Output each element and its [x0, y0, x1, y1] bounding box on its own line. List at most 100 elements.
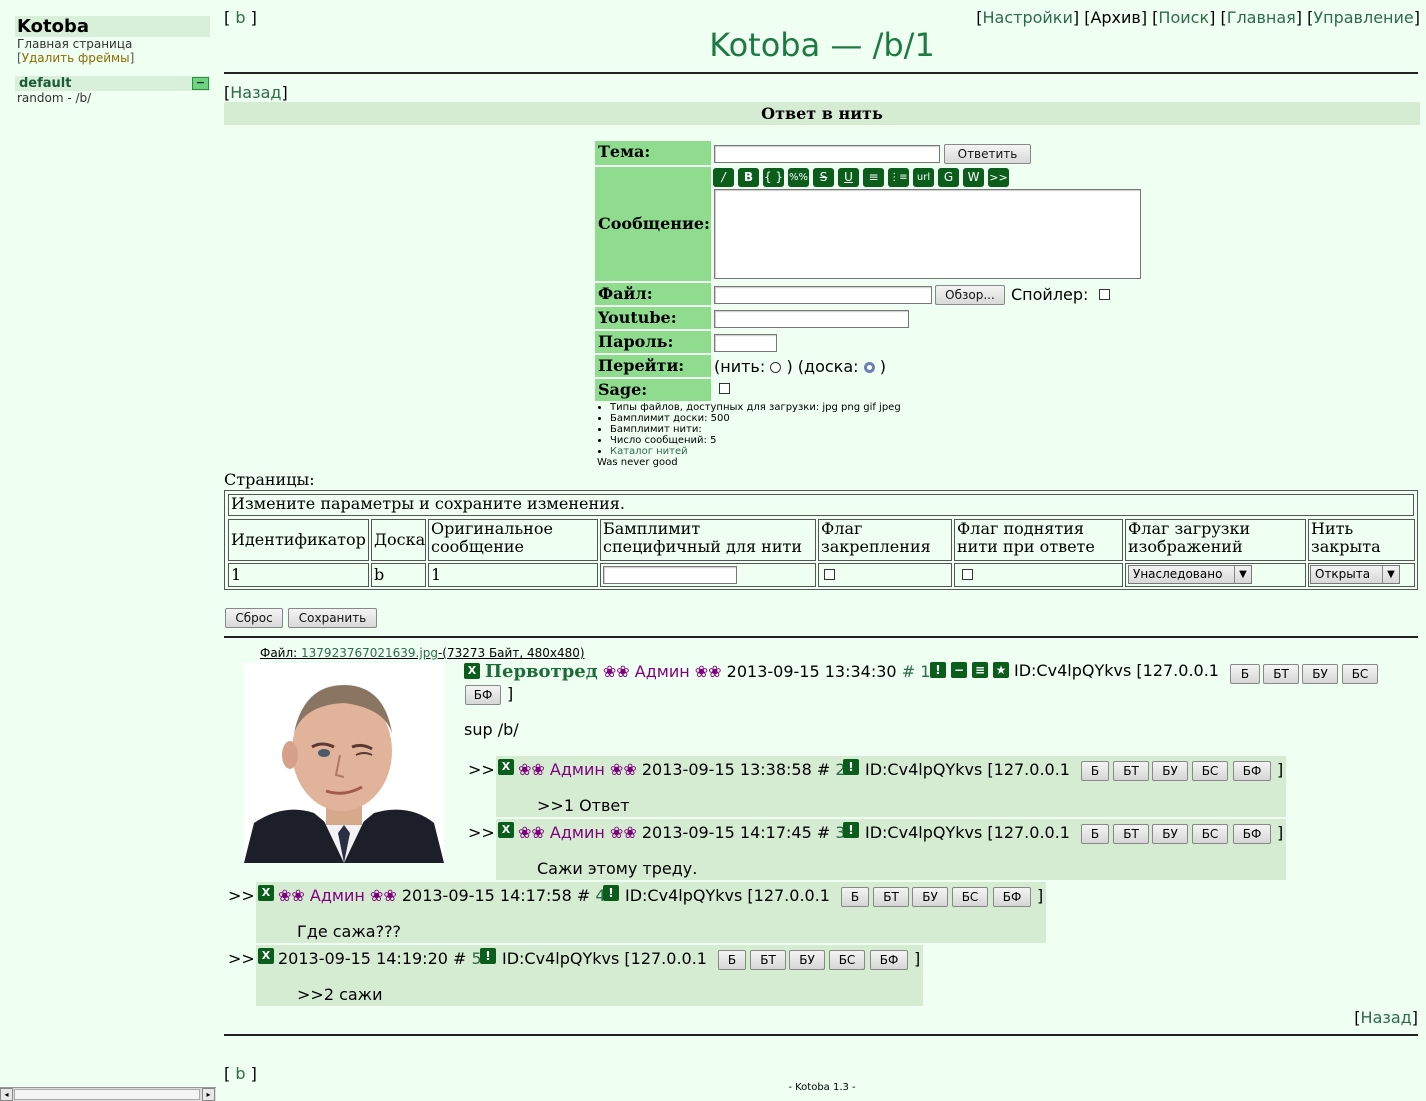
ban-file-button[interactable]: БФ [870, 950, 908, 970]
op-hash-link[interactable]: # [902, 662, 915, 681]
catalog-link[interactable]: Каталог нитей [610, 446, 688, 457]
back-link[interactable]: Назад [230, 83, 281, 102]
hide-icon[interactable]: − [951, 662, 967, 678]
underline-button[interactable]: U [838, 168, 859, 187]
delete-post-icon[interactable]: X [464, 663, 480, 679]
reply-author: ❀❀ Админ ❀❀ [518, 823, 637, 842]
nav-settings[interactable]: Настройки [983, 8, 1073, 27]
ban-delete-button[interactable]: БУ [1152, 761, 1188, 781]
browse-button[interactable]: Обзор... [935, 285, 1005, 305]
goto-board-radio[interactable] [863, 362, 875, 373]
ban-file-button[interactable]: БФ [1233, 824, 1271, 844]
ban-thread-button[interactable]: БТ [750, 950, 786, 970]
goto-thread-radio[interactable] [770, 362, 782, 373]
ban-button[interactable]: Б [1081, 824, 1109, 844]
list-button[interactable]: ≡ [863, 168, 884, 187]
collapse-button[interactable]: − [192, 77, 209, 90]
spoiler-button[interactable]: %% [788, 168, 809, 187]
ban-button[interactable]: Б [718, 950, 746, 970]
delete-post-icon[interactable]: X [498, 759, 514, 775]
nav-main[interactable]: Главная [1227, 8, 1296, 27]
ban-file-button[interactable]: БФ [465, 685, 501, 705]
ban-clear-button[interactable]: БС [829, 950, 865, 970]
reply-button[interactable]: Ответить [944, 144, 1031, 164]
ban-clear-button[interactable]: БС [1192, 824, 1228, 844]
google-button[interactable]: G [938, 168, 959, 187]
ban-button[interactable]: Б [841, 887, 869, 907]
ban-thread-button[interactable]: БТ [1113, 824, 1149, 844]
report-icon[interactable]: ! [480, 948, 496, 964]
reply-hash: # [816, 823, 831, 842]
nav-search[interactable]: Поиск [1158, 8, 1209, 27]
file-link[interactable]: 137923767021639.jpg [301, 646, 438, 660]
remove-frames-link[interactable]: Удалить фреймы [22, 51, 130, 65]
closed-select[interactable]: Открыта ▼ [1310, 565, 1400, 584]
scroll-left-icon[interactable]: ◂ [0, 1088, 13, 1101]
delete-post-icon[interactable]: X [258, 885, 274, 901]
rule-item: Бамплимит доски: 500 [610, 413, 901, 424]
favorite-icon[interactable]: ★ [993, 662, 1009, 678]
bump-input[interactable] [603, 566, 737, 584]
reply-ip: [127.0.0.1 [624, 949, 707, 968]
col-header-closed: Нить закрыта [1308, 519, 1415, 561]
scroll-right-icon[interactable]: ▸ [202, 1088, 215, 1101]
scroll-thumb[interactable] [14, 1089, 200, 1100]
images-select[interactable]: Унаследовано ▼ [1128, 565, 1252, 584]
reset-button[interactable]: Сброс [225, 608, 283, 628]
ban-clear-button[interactable]: БС [1192, 761, 1228, 781]
ban-file-button[interactable]: БФ [993, 887, 1031, 907]
nav-archive[interactable]: Архив [1090, 8, 1140, 27]
col-header-board: Доска [371, 519, 426, 561]
footer: - Kotoba 1.3 - [788, 1082, 856, 1093]
board-link[interactable]: b [235, 1064, 245, 1083]
report-icon[interactable]: ! [603, 885, 619, 901]
back-link[interactable]: Назад [1361, 1008, 1412, 1027]
nav-manage[interactable]: Управление [1313, 8, 1413, 27]
code-button[interactable]: { } [763, 168, 784, 187]
op-subject: Первотред [485, 661, 598, 682]
section-default[interactable]: default − [15, 76, 210, 91]
strike-button[interactable]: S [813, 168, 834, 187]
ordered-list-button[interactable]: ⋮≡ [888, 168, 909, 187]
op-image[interactable] [244, 663, 444, 863]
wiki-button[interactable]: W [963, 168, 984, 187]
ban-file-button[interactable]: БФ [1233, 761, 1271, 781]
ban-button[interactable]: Б [1081, 761, 1109, 781]
ban-thread-button[interactable]: БТ [1113, 761, 1149, 781]
board-link[interactable]: b [235, 8, 245, 27]
youtube-input[interactable] [714, 310, 909, 328]
save-button[interactable]: Сохранить [288, 608, 377, 628]
message-textarea[interactable] [714, 189, 1141, 279]
ban-delete-button[interactable]: БУ [1302, 664, 1338, 684]
file-input[interactable] [714, 286, 932, 304]
board-link-random[interactable]: random - /b/ [17, 91, 91, 105]
horizontal-scrollbar[interactable]: ◂ ▸ [0, 1087, 216, 1101]
sage-flag-checkbox[interactable] [962, 569, 973, 580]
report-icon[interactable]: ! [930, 662, 946, 678]
spoiler-checkbox[interactable] [1099, 289, 1110, 300]
ban-delete-button[interactable]: БУ [789, 950, 825, 970]
ban-button[interactable]: Б [1230, 664, 1260, 684]
ban-clear-button[interactable]: БС [952, 887, 988, 907]
bold-button[interactable]: B [738, 168, 759, 187]
ban-delete-button[interactable]: БУ [1152, 824, 1188, 844]
url-button[interactable]: url [913, 168, 934, 187]
edit-icon[interactable]: ≡ [972, 662, 988, 678]
ban-thread-button[interactable]: БТ [873, 887, 909, 907]
subject-input[interactable] [714, 145, 940, 163]
sage-checkbox[interactable] [719, 383, 730, 394]
report-icon[interactable]: ! [843, 759, 859, 775]
delete-post-icon[interactable]: X [258, 948, 274, 964]
ban-clear-button[interactable]: БС [1342, 664, 1378, 684]
home-link[interactable]: Главная страница [17, 37, 132, 51]
delete-post-icon[interactable]: X [498, 822, 514, 838]
op-number-link[interactable]: 1 [920, 662, 930, 681]
quote-button[interactable]: >> [988, 168, 1009, 187]
reply-date: 2013-09-15 14:17:45 [641, 823, 812, 842]
password-input[interactable] [714, 334, 777, 352]
ban-thread-button[interactable]: БТ [1263, 664, 1299, 684]
ban-delete-button[interactable]: БУ [912, 887, 948, 907]
report-icon[interactable]: ! [843, 822, 859, 838]
sticky-checkbox[interactable] [824, 569, 835, 580]
italic-button[interactable]: / [713, 168, 734, 187]
